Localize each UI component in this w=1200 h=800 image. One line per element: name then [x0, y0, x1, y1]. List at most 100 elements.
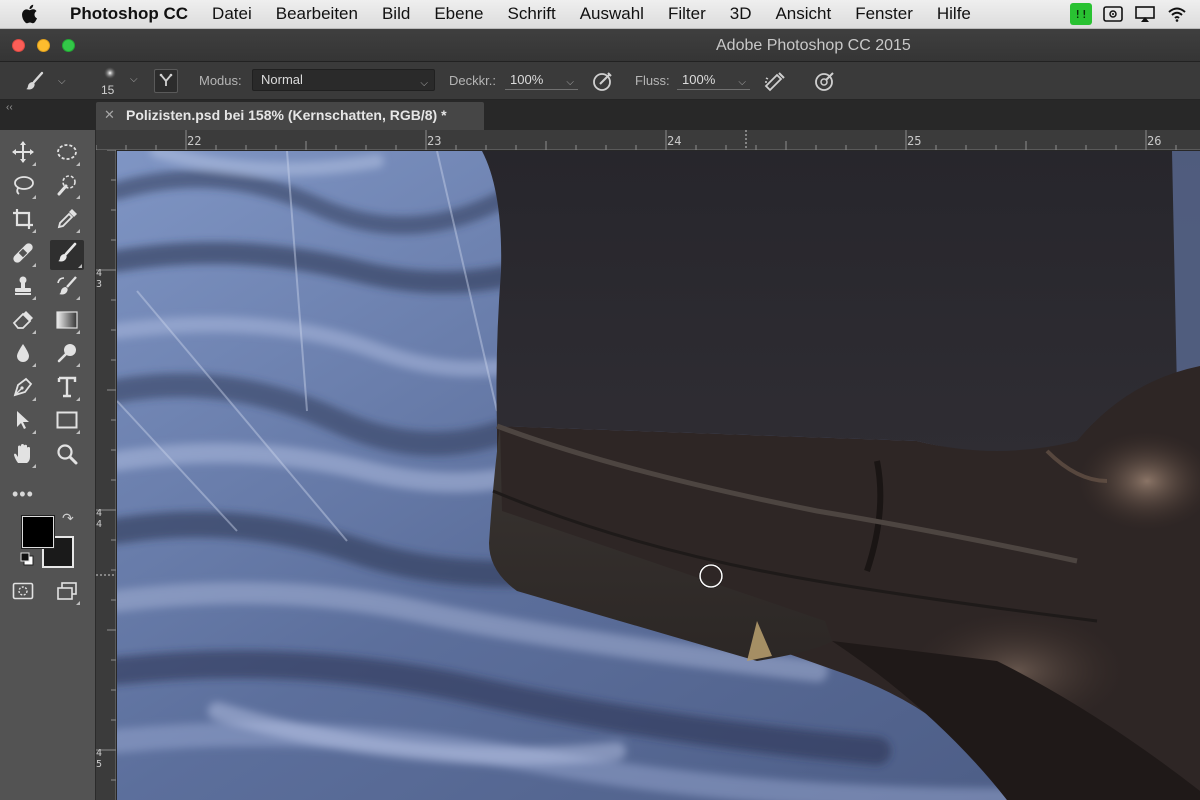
flow-label: Fluss: — [635, 73, 670, 88]
brush-tool[interactable] — [50, 240, 84, 270]
vertical-ruler[interactable]: 43 44 45 — [96, 150, 116, 800]
horizontal-ruler[interactable]: 22 23 24 25 26 — [96, 130, 1200, 150]
tool-group-indicator — [76, 296, 80, 300]
minimize-window-button[interactable] — [37, 39, 50, 52]
status-app-icon[interactable]: !! — [1070, 3, 1092, 25]
mode-dropdown[interactable]: Normal ⌵ — [252, 69, 435, 91]
tool-group-indicator — [32, 397, 36, 401]
tools-panel: ••• ↷ — [0, 130, 96, 800]
move-tool[interactable] — [8, 140, 38, 168]
menu-bearbeiten[interactable]: Bearbeiten — [276, 4, 358, 24]
airplay-icon[interactable] — [1102, 3, 1124, 25]
more-tools-icon[interactable]: ••• — [12, 484, 34, 505]
menu-datei[interactable]: Datei — [212, 4, 252, 24]
pressure-opacity-button[interactable] — [592, 70, 614, 95]
history-brush-tool[interactable] — [52, 274, 82, 302]
close-window-button[interactable] — [12, 39, 25, 52]
swap-colors-icon[interactable]: ↷ — [62, 510, 74, 527]
menu-hilfe[interactable]: Hilfe — [937, 4, 971, 24]
clone-stamp-tool[interactable] — [8, 274, 38, 302]
menu-bild[interactable]: Bild — [382, 4, 410, 24]
tool-group-indicator — [32, 464, 36, 468]
tool-group-indicator — [32, 330, 36, 334]
crop-tool[interactable] — [8, 207, 38, 235]
blur-tool[interactable] — [8, 341, 38, 369]
opacity-label: Deckkr.: — [449, 73, 496, 88]
menu-auswahl[interactable]: Auswahl — [580, 4, 644, 24]
chevron-down-icon: ⌵ — [58, 76, 66, 87]
dodge-tool[interactable] — [52, 341, 82, 369]
apple-icon[interactable] — [22, 4, 50, 24]
document-tab[interactable]: ✕ Polizisten.psd bei 158% (Kernschatten,… — [96, 102, 484, 130]
document-canvas[interactable] — [117, 151, 1200, 800]
opacity-field[interactable]: 100% ⌵ — [505, 70, 578, 90]
display-icon[interactable] — [1134, 3, 1156, 25]
blur-icon — [13, 342, 33, 369]
brush-preset-picker[interactable]: 15 — [100, 64, 128, 98]
collapse-panel-icon[interactable]: ‹‹ — [6, 102, 13, 113]
tool-group-indicator — [76, 162, 80, 166]
screen-mode-button[interactable] — [52, 579, 82, 607]
rectangle-tool[interactable] — [52, 408, 82, 436]
gradient-tool[interactable] — [52, 308, 82, 336]
brush-icon — [56, 242, 78, 269]
menu-ebene[interactable]: Ebene — [434, 4, 483, 24]
tool-group-indicator — [76, 601, 80, 605]
opacity-value: 100% — [510, 72, 544, 87]
zoom-tool[interactable] — [52, 442, 82, 470]
menu-3d[interactable]: 3D — [730, 4, 752, 24]
default-colors-icon[interactable] — [20, 552, 34, 571]
healing-brush-tool[interactable] — [8, 241, 38, 269]
system-menu-bar: Photoshop CC Datei Bearbeiten Bild Ebene… — [0, 0, 1200, 29]
chevron-down-icon: ⌵ — [566, 77, 574, 88]
flow-field[interactable]: 100% ⌵ — [677, 70, 750, 90]
pressure-size-button[interactable] — [814, 70, 836, 95]
ruler-label: 45 — [96, 748, 103, 770]
lasso-tool[interactable] — [8, 173, 38, 201]
rectangle-icon — [56, 411, 78, 434]
foreground-color-swatch[interactable] — [21, 515, 55, 549]
ruler-ticks — [96, 130, 1177, 150]
menu-schrift[interactable]: Schrift — [508, 4, 556, 24]
tool-group-indicator — [76, 330, 80, 334]
eyedropper-icon — [56, 208, 78, 235]
maximize-window-button[interactable] — [62, 39, 75, 52]
tool-group-indicator — [32, 363, 36, 367]
brush-panel-toggle[interactable] — [154, 69, 178, 93]
path-selection-icon — [13, 409, 33, 436]
chevron-down-icon: ⌵ — [738, 77, 746, 88]
healing-brush-icon — [12, 242, 34, 269]
ruler-label: 43 — [96, 268, 103, 290]
ruler-label: 24 — [667, 134, 682, 148]
pen-tool[interactable] — [8, 375, 38, 403]
ruler-label: 44 — [96, 508, 103, 530]
tool-group-indicator — [78, 264, 82, 268]
pressure-size-icon — [814, 70, 836, 95]
crop-icon — [12, 208, 34, 235]
quick-selection-tool[interactable] — [52, 173, 82, 201]
tool-group-indicator — [76, 229, 80, 233]
quick-mask-button[interactable] — [8, 579, 38, 607]
menu-fenster[interactable]: Fenster — [855, 4, 913, 24]
marquee-tool[interactable] — [52, 140, 82, 168]
airbrush-button[interactable] — [763, 70, 787, 95]
menu-filter[interactable]: Filter — [668, 4, 706, 24]
wifi-icon[interactable] — [1166, 3, 1188, 25]
menu-ansicht[interactable]: Ansicht — [775, 4, 831, 24]
tool-group-indicator — [32, 162, 36, 166]
close-icon[interactable]: ✕ — [104, 107, 115, 123]
tool-group-indicator — [32, 430, 36, 434]
path-selection-tool[interactable] — [8, 408, 38, 436]
hand-tool[interactable] — [8, 442, 38, 470]
menu-app-name[interactable]: Photoshop CC — [70, 4, 188, 24]
eraser-tool[interactable] — [8, 308, 38, 336]
brush-size-value: 15 — [101, 83, 115, 97]
tool-preset-picker[interactable]: ⌵ — [24, 70, 66, 95]
type-tool[interactable] — [52, 375, 82, 403]
flow-value: 100% — [682, 72, 716, 87]
chevron-down-icon[interactable]: ⌵ — [130, 74, 138, 85]
tool-group-indicator — [76, 430, 80, 434]
eyedropper-tool[interactable] — [52, 207, 82, 235]
window-title: Adobe Photoshop CC 2015 — [716, 37, 911, 54]
lasso-icon — [12, 174, 34, 201]
